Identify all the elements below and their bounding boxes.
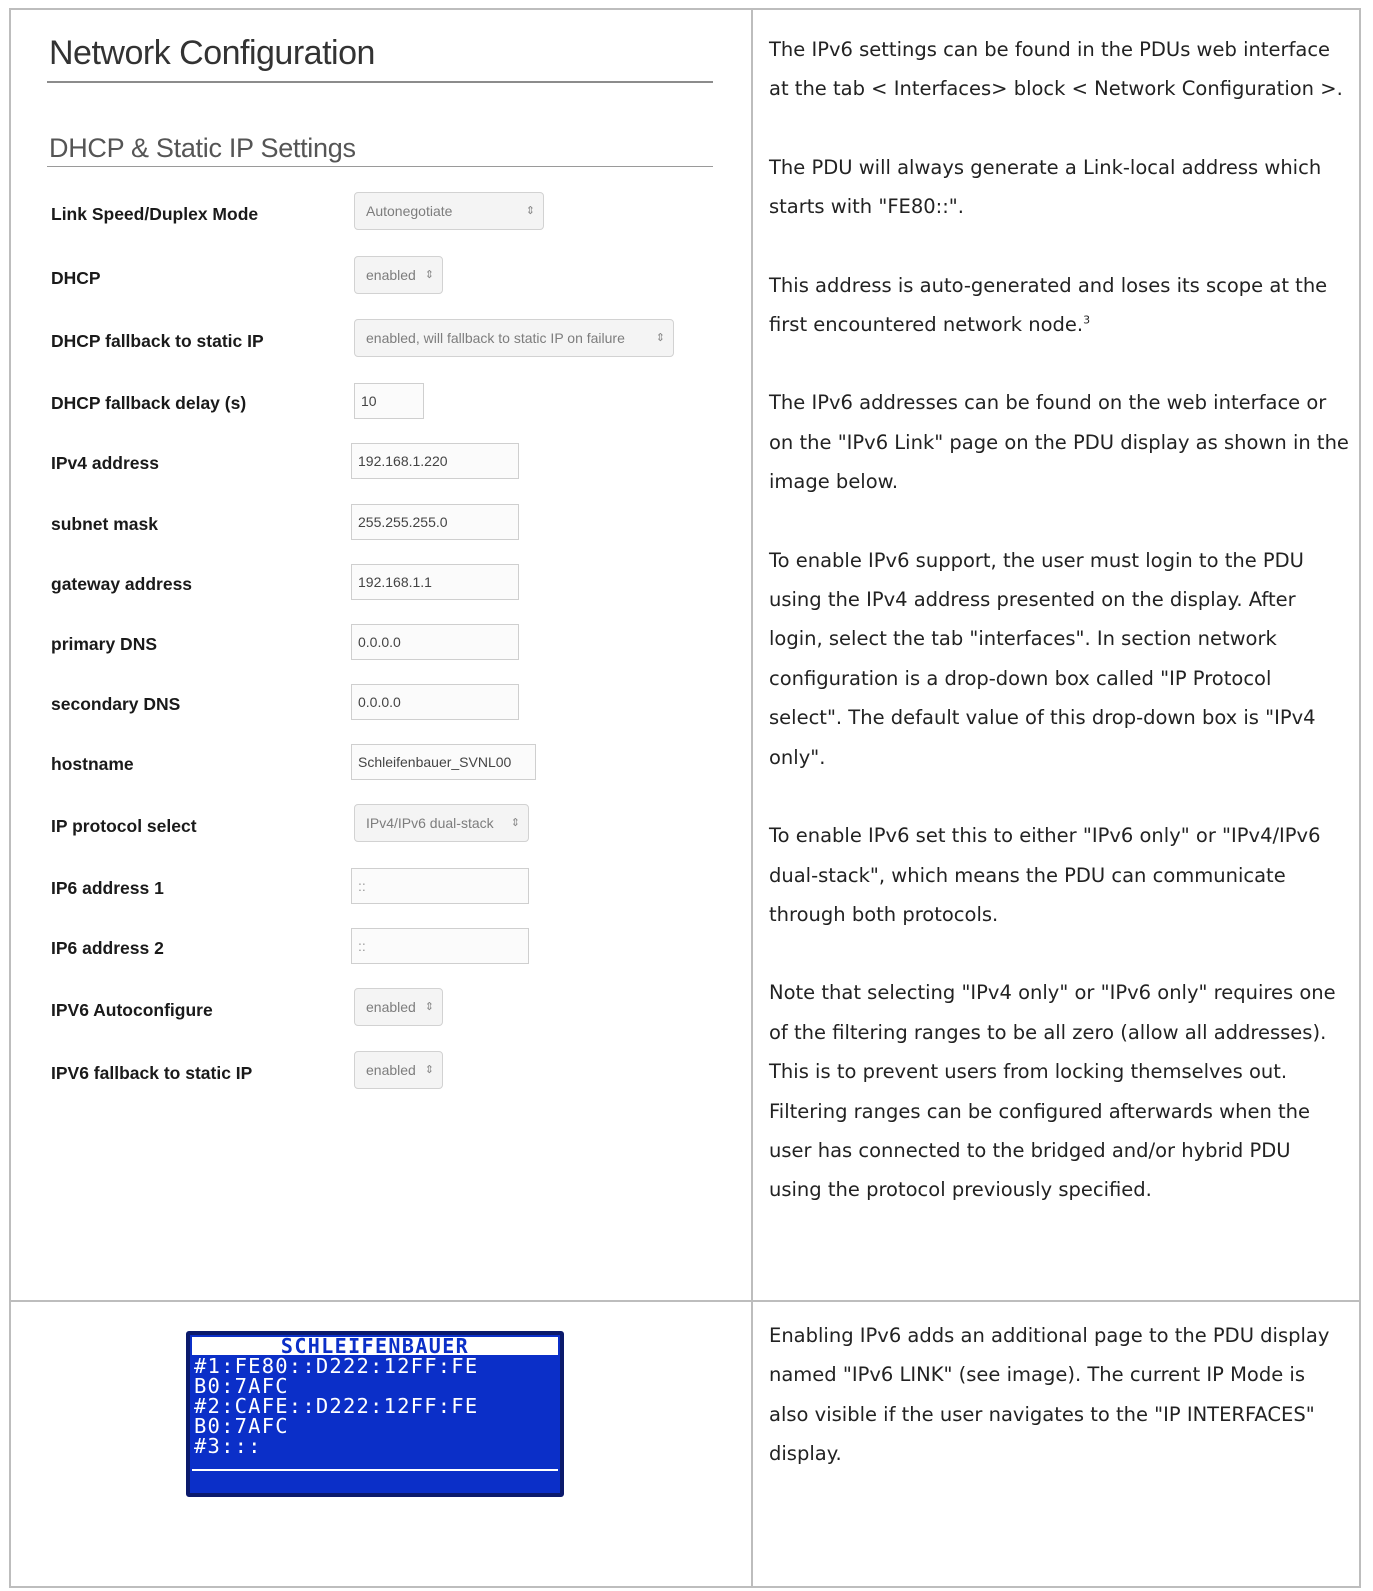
field-label: subnet mask (51, 514, 158, 534)
title-divider (47, 81, 713, 83)
settings-row: hostname Schleifenbauer_SVNL00 (11, 744, 751, 784)
settings-row: subnet mask 255.255.255.0 (11, 504, 751, 544)
settings-row: Link Speed/Duplex Mode Autonegotiate ⇕ (11, 192, 751, 234)
select-arrow-icon: ⇕ (510, 817, 520, 829)
select-arrow-icon: ⇕ (525, 205, 535, 217)
input-value: :: (358, 878, 366, 894)
settings-row: DHCP fallback delay (s) 10 (11, 383, 751, 423)
field-label: primary DNS (51, 634, 158, 654)
lcd-footer-text: IPv6 LINK P 18/21 (273, 1507, 558, 1531)
paragraph: Enabling IPv6 adds an additional page to… (769, 1324, 1330, 1466)
select-value: enabled (366, 1062, 416, 1078)
paragraph: To enable IPv6 support, the user must lo… (769, 548, 1316, 769)
field-label: hostname (51, 754, 134, 774)
select-value: IPv4/IPv6 dual-stack (366, 815, 494, 831)
lcd-title: SCHLEIFENBAUER (192, 1337, 558, 1355)
field-label: IPV6 fallback to static IP (51, 1063, 253, 1083)
lcd-line: #3::: (194, 1434, 262, 1458)
settings-row: IPV6 fallback to static IP enabled ⇕ (11, 1051, 751, 1093)
input-value: 0.0.0.0 (358, 694, 401, 710)
text-input[interactable]: :: (351, 868, 529, 904)
settings-row: secondary DNS 0.0.0.0 (11, 684, 751, 724)
text-input[interactable]: 255.255.255.0 (351, 504, 519, 540)
select-value: enabled (366, 999, 416, 1015)
input-value: 192.168.1.1 (358, 574, 432, 590)
page-title: Network Configuration (49, 34, 375, 72)
input-value: Schleifenbauer_SVNL00 (358, 754, 512, 770)
field-label: IP6 address 2 (51, 938, 164, 958)
paragraph: The IPv6 addresses can be found on the w… (769, 391, 1349, 494)
select-arrow-icon: ⇕ (424, 1064, 434, 1076)
document-table: Network Configuration DHCP & Static IP S… (9, 8, 1361, 1588)
settings-row: DHCP enabled ⇕ (11, 256, 751, 298)
field-label: IPV6 Autoconfigure (51, 1000, 213, 1020)
paragraph: The PDU will always generate a Link-loca… (769, 155, 1322, 219)
text-input[interactable]: 0.0.0.0 (351, 624, 519, 660)
text-input[interactable]: 0.0.0.0 (351, 684, 519, 720)
lcd-line: #1:FE80::D222:12FF:FE (194, 1354, 479, 1378)
input-value: 192.168.1.220 (358, 453, 448, 469)
select-dropdown[interactable]: enabled ⇕ (354, 256, 443, 294)
paragraph: This address is auto-generated and loses… (769, 266, 1349, 345)
select-dropdown[interactable]: enabled ⇕ (354, 1051, 443, 1089)
section-divider (47, 166, 713, 167)
settings-row: IPV6 Autoconfigure enabled ⇕ (11, 988, 751, 1030)
text-input[interactable]: 192.168.1.1 (351, 564, 519, 600)
row-divider (11, 1300, 1359, 1302)
select-value: enabled, will fallback to static IP on f… (366, 330, 625, 346)
section-heading: DHCP & Static IP Settings (49, 133, 356, 163)
paragraph: The IPv6 settings can be found in the PD… (769, 38, 1343, 101)
text-input[interactable]: :: (351, 928, 529, 964)
column-divider (751, 10, 753, 1586)
select-arrow-icon: ⇕ (424, 269, 434, 281)
select-value: Autonegotiate (366, 203, 453, 219)
field-label: Link Speed/Duplex Mode (51, 204, 259, 224)
input-value: 10 (361, 393, 377, 409)
select-dropdown[interactable]: IPv4/IPv6 dual-stack ⇕ (354, 804, 529, 842)
settings-row: IP6 address 1:: (11, 868, 751, 908)
field-label: IP6 address 1 (51, 878, 164, 898)
settings-row: gateway address 192.168.1.1 (11, 564, 751, 604)
settings-row: IPv4 address 192.168.1.220 (11, 443, 751, 483)
field-label: IPv4 address (51, 453, 159, 473)
field-label: gateway address (51, 574, 193, 594)
settings-row: IP protocol select IPv4/IPv6 dual-stack ⇕ (11, 804, 751, 846)
ipv6-link-page-text: Enabling IPv6 adds an additional page to… (769, 1316, 1349, 1474)
input-value: :: (358, 938, 366, 954)
settings-row: IP6 address 2:: (11, 928, 751, 968)
lcd-footer-rule (192, 1469, 558, 1471)
lcd-line: #2:CAFE::D222:12FF:FE (194, 1394, 479, 1418)
select-dropdown[interactable]: Autonegotiate ⇕ (354, 192, 544, 230)
text-input[interactable]: 10 (354, 383, 424, 419)
field-label: IP protocol select (51, 816, 197, 836)
field-label: DHCP fallback delay (s) (51, 393, 247, 413)
select-dropdown[interactable]: enabled, will fallback to static IP on f… (354, 319, 674, 357)
text-input[interactable]: Schleifenbauer_SVNL00 (351, 744, 536, 780)
field-label: DHCP (51, 268, 101, 288)
ipv6-explanation-text: The IPv6 settings can be found in the PD… (769, 30, 1349, 1210)
select-arrow-icon: ⇕ (424, 1001, 434, 1013)
lcd-line: B0:7AFC (194, 1414, 289, 1438)
network-config-screenshot: Network Configuration DHCP & Static IP S… (11, 10, 751, 1300)
settings-row: DHCP fallback to static IP enabled, will … (11, 319, 751, 361)
input-value: 255.255.255.0 (358, 514, 448, 530)
footnote-marker: 3 (1083, 313, 1091, 327)
lcd-footer: IPv6 LINK P 18/21 (192, 1469, 558, 1529)
lcd-line: B0:7AFC (194, 1374, 289, 1398)
paragraph-text: This address is auto-generated and loses… (769, 273, 1328, 337)
select-arrow-icon: ⇕ (655, 332, 665, 344)
select-value: enabled (366, 267, 416, 283)
input-value: 0.0.0.0 (358, 634, 401, 650)
text-input[interactable]: 192.168.1.220 (351, 443, 519, 479)
paragraph: To enable IPv6 set this to either "IPv6 … (769, 824, 1321, 926)
field-label: secondary DNS (51, 694, 181, 714)
paragraph: Note that selecting "IPv4 only" or "IPv6… (769, 981, 1336, 1202)
pdu-lcd-display: SCHLEIFENBAUER #1:FE80::D222:12FF:FE B0:… (186, 1331, 564, 1529)
select-dropdown[interactable]: enabled ⇕ (354, 988, 443, 1026)
settings-row: primary DNS 0.0.0.0 (11, 624, 751, 664)
field-label: DHCP fallback to static IP (51, 331, 264, 351)
